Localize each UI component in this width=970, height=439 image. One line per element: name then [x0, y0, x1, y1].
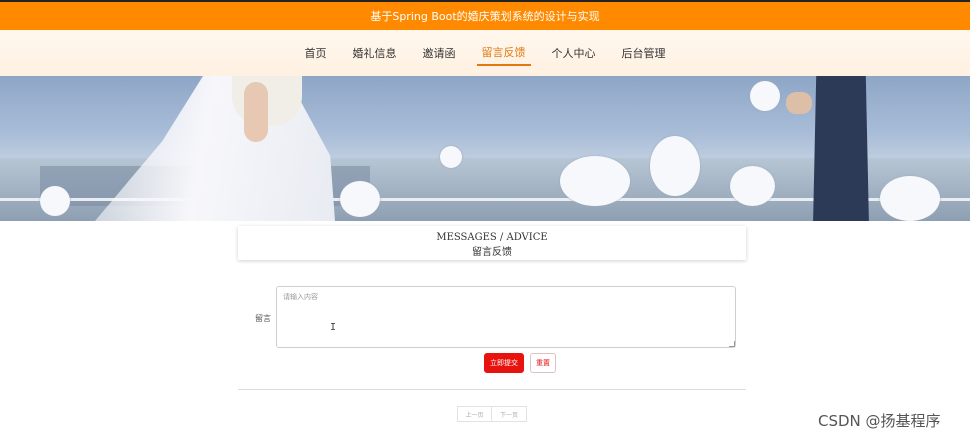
nav-item-personal-center[interactable]: 个人中心 — [547, 41, 601, 65]
main-nav: 首页 婚礼信息 邀请函 留言反馈 个人中心 后台管理 — [0, 30, 970, 76]
banner-flower — [560, 156, 630, 206]
top-title-bar: 基于Spring Boot的婚庆策划系统的设计与实现 — [0, 0, 970, 30]
banner-flower — [340, 181, 380, 217]
message-input[interactable] — [276, 286, 736, 348]
reset-button[interactable]: 重置 — [530, 353, 556, 373]
section-title-box: MESSAGES / ADVICE 留言反馈 — [238, 226, 746, 260]
nav-item-wedding-info[interactable]: 婚礼信息 — [348, 41, 402, 65]
nav-item-invitation[interactable]: 邀请函 — [418, 41, 461, 65]
prev-page-button[interactable]: 上一页 — [457, 406, 492, 422]
message-label: 留言 — [255, 314, 271, 323]
banner-flower — [440, 146, 462, 168]
divider — [238, 389, 746, 390]
nav-item-feedback[interactable]: 留言反馈 — [476, 40, 531, 66]
nav-item-admin[interactable]: 后台管理 — [617, 41, 671, 65]
banner-bride-arm — [244, 82, 268, 142]
section-title-en: MESSAGES / ADVICE — [436, 232, 548, 243]
nav-item-home[interactable]: 首页 — [300, 41, 332, 65]
next-page-button[interactable]: 下一页 — [492, 406, 527, 422]
section-title-cn: 留言反馈 — [472, 247, 512, 258]
banner-flower — [750, 81, 780, 111]
site-title: 基于Spring Boot的婚庆策划系统的设计与实现 — [370, 10, 600, 23]
banner-flower — [880, 176, 940, 221]
banner-groom — [813, 76, 869, 221]
banner-flower — [40, 186, 70, 216]
submit-button[interactable]: 立即提交 — [484, 353, 524, 373]
banner-groom-hand — [786, 92, 812, 114]
pagination: 上一页 下一页 — [457, 406, 527, 422]
resize-handle-icon[interactable] — [729, 341, 735, 347]
wedding-banner-image — [0, 76, 970, 221]
banner-flower — [730, 166, 775, 206]
csdn-watermark: CSDN @扬基程序 — [818, 412, 941, 430]
banner-flower — [650, 136, 700, 196]
text-cursor-icon: I — [330, 322, 337, 333]
